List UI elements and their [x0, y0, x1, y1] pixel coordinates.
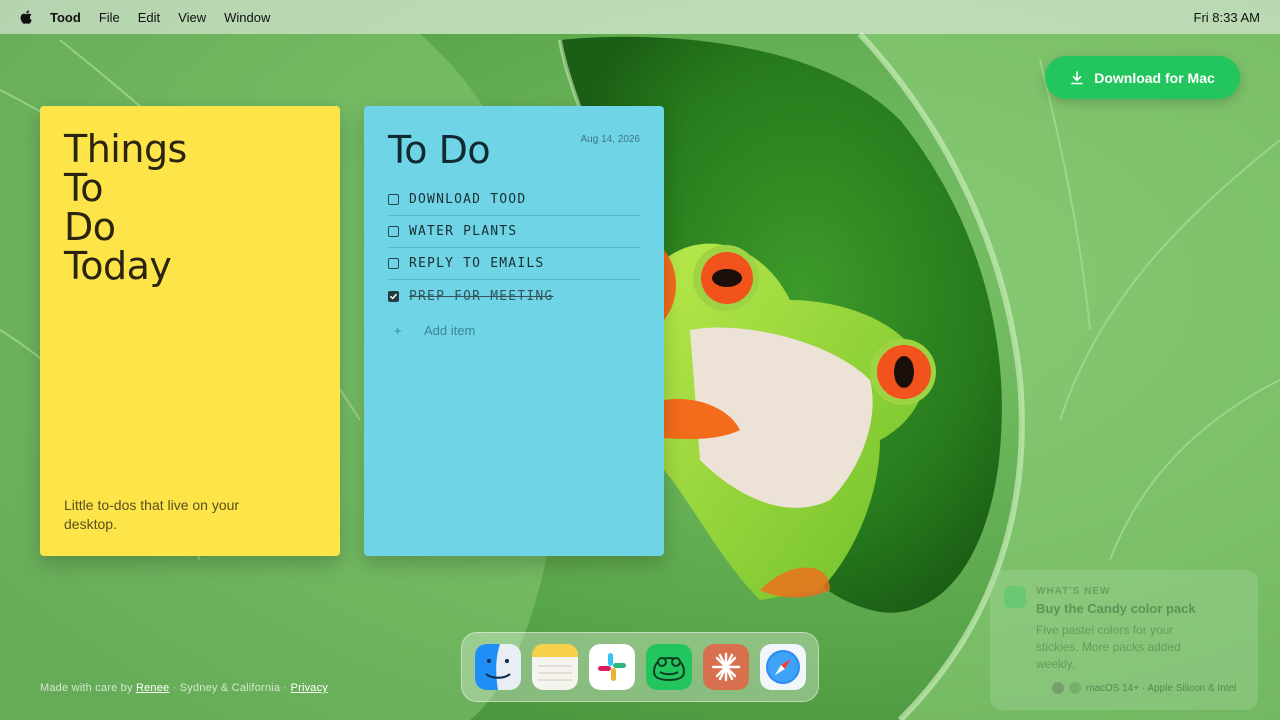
add-item-placeholder: Add item — [424, 322, 476, 338]
toast-app-icon — [1004, 586, 1026, 608]
title-line: Things — [64, 127, 187, 171]
toast-meta: macOS 14+ · Apple Silicon & Intel — [1052, 682, 1236, 694]
menu-app-name[interactable]: Tood — [50, 10, 81, 25]
menu-edit[interactable]: Edit — [138, 10, 160, 25]
chip-icon — [1069, 682, 1081, 694]
finder-icon[interactable] — [474, 644, 521, 690]
todo-item[interactable]: Water plants — [388, 216, 640, 248]
plus-icon: + — [394, 322, 402, 338]
footer: Made with care by Renee · Sydney & Calif… — [40, 682, 328, 694]
apple-menu-icon[interactable] — [20, 9, 34, 25]
title-line: Today — [64, 244, 172, 288]
menu-window[interactable]: Window — [224, 10, 270, 25]
menu-clock[interactable]: Fri 8:33 AM — [1194, 10, 1260, 25]
todo-checkbox[interactable] — [388, 258, 399, 269]
todo-label: Water plants — [409, 224, 518, 239]
claude-icon[interactable] — [702, 644, 749, 690]
add-item-row[interactable]: + Add item — [388, 312, 640, 348]
whats-new-toast[interactable]: WHAT'S NEW Buy the Candy color pack Five… — [990, 570, 1258, 710]
toast-eyebrow: WHAT'S NEW — [1036, 586, 1111, 597]
blue-sticky-note[interactable]: To Do Aug 14, 2026 Download Tood Water p… — [364, 106, 664, 556]
todo-item[interactable]: Reply to emails — [388, 248, 640, 280]
footer-location: · Sydney & California · — [172, 682, 288, 694]
yellow-sticky-note[interactable]: Things To Do Today Little to-dos that li… — [40, 106, 340, 556]
menu-file[interactable]: File — [99, 10, 120, 25]
toast-body: Five pastel colors for your stickies. Mo… — [1036, 623, 1181, 671]
checkmark-icon — [390, 293, 397, 299]
download-icon — [1070, 70, 1084, 85]
toast-headline: Buy the Candy color pack — [1036, 601, 1196, 616]
footer-privacy-link[interactable]: Privacy — [291, 682, 328, 694]
todo-list: Download Tood Water plants Reply to emai… — [388, 184, 640, 348]
todo-item[interactable]: Download Tood — [388, 184, 640, 216]
todo-checkbox[interactable] — [388, 194, 399, 205]
footer-made-with: Made with care by — [40, 682, 133, 694]
yellow-note-title: Things To Do Today — [64, 130, 316, 286]
tood-frog-icon[interactable] — [645, 644, 692, 690]
title-line: To — [64, 166, 104, 210]
todo-checkbox[interactable] — [388, 226, 399, 237]
todo-label: Prep for meeting — [409, 288, 554, 304]
todo-checkbox-checked[interactable] — [388, 290, 399, 302]
blue-note-date: Aug 14, 2026 — [580, 134, 641, 145]
yellow-note-tagline: Little to-dos that live on your desktop. — [64, 497, 240, 532]
todo-label: Download Tood — [409, 192, 527, 207]
todo-label: Reply to emails — [409, 256, 545, 271]
safari-icon[interactable] — [759, 644, 806, 690]
footer-author-link[interactable]: Renee — [136, 682, 169, 694]
notes-icon[interactable] — [531, 644, 578, 690]
toast-meta-text: macOS 14+ · Apple Silicon & Intel — [1086, 682, 1237, 694]
title-line: Do — [64, 205, 116, 249]
apple-logo-icon — [1052, 682, 1064, 694]
menu-view[interactable]: View — [178, 10, 206, 25]
slack-icon[interactable] — [588, 644, 635, 690]
download-button-label: Download for Mac — [1094, 69, 1215, 86]
dock — [461, 632, 819, 702]
menu-bar: Tood File Edit View Window Fri 8:33 AM — [0, 0, 1280, 34]
todo-item[interactable]: Prep for meeting — [388, 280, 640, 312]
download-for-mac-button[interactable]: Download for Mac — [1045, 56, 1240, 99]
